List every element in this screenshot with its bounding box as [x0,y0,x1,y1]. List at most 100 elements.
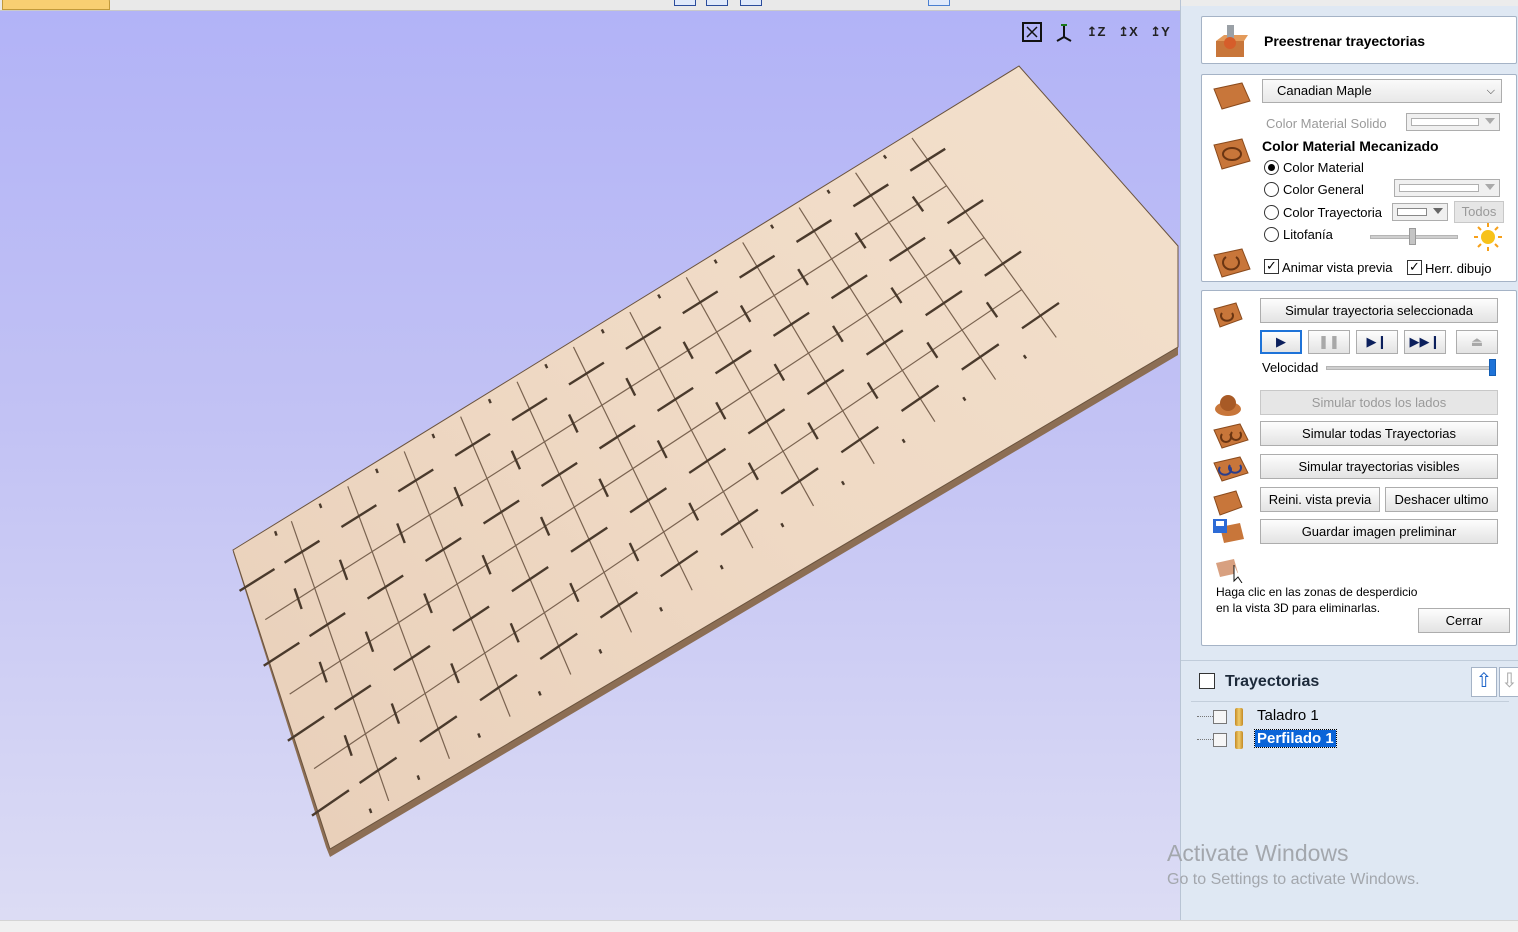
simulate-all-button[interactable]: Simular todas Trayectorias [1260,421,1498,446]
color-toolpath-label: Color Trayectoria [1283,205,1382,220]
slot-mark [544,363,549,369]
simulate-selected-button[interactable]: Simular trayectoria seleccionada [1260,298,1498,323]
move-down-button[interactable]: ⇩ [1499,667,1518,697]
all-button[interactable]: Todos [1454,201,1504,223]
lift-icon: ⏏ [1470,334,1484,349]
toolpaths-select-all-checkbox[interactable] [1199,673,1215,689]
speed-slider-thumb[interactable] [1489,359,1496,376]
save-image-icon [1213,519,1244,543]
simulate-all-sides-icon [1215,395,1241,416]
play-button[interactable]: ▶ [1260,330,1302,354]
reset-preview-button[interactable]: Reini. vista previa [1260,487,1380,512]
active-tab[interactable] [2,0,110,10]
slot-mark [416,775,421,781]
lithophane-radio[interactable] [1264,227,1279,242]
step-button[interactable]: ▶❙ [1356,330,1398,354]
simulation-section: Simular trayectoria seleccionada ▶ ❚❚ ▶❙… [1201,290,1517,646]
sun-icon[interactable] [1472,222,1504,252]
preview-panel: Preestrenar trayectorias Canadian Maple … [1180,0,1518,920]
speed-slider[interactable] [1326,366,1496,370]
solid-color-label: Color Material Solido [1266,116,1387,131]
material-block-icon [1213,82,1251,110]
toolpath-name: Taladro 1 [1257,707,1319,724]
color-material-radio[interactable] [1264,160,1279,175]
slot-mark [431,433,436,439]
panel-top-strip [1181,0,1518,6]
material-select[interactable]: Canadian Maple ⌵ [1262,79,1502,103]
waste-remove-cursor-icon [1216,559,1243,583]
chevron-down-icon: ⌵ [1486,85,1495,97]
slot-mark [659,606,664,612]
activate-windows-title: Activate Windows [1167,840,1349,866]
drill-tool-icon [1235,708,1243,726]
simulate-all-sides-button[interactable]: Simular todos los lados [1260,390,1498,415]
speed-label: Velocidad [1262,360,1319,375]
pause-icon: ❚❚ [1318,334,1340,349]
lithophane-label: Litofanía [1283,227,1333,242]
x-view-icon[interactable]: ↥X [1114,19,1142,45]
toolbar-grid-icon[interactable] [740,0,762,6]
slot-mark [368,808,373,814]
status-bar [0,920,1518,932]
toolbar-toggle-icon[interactable] [928,0,950,6]
y-view-icon[interactable]: ↥Y [1146,19,1174,45]
play-icon: ▶ [1276,334,1286,349]
waste-hint-line1: Haga clic en las zonas de desperdicio [1216,585,1418,599]
toolbar-layout-icon[interactable] [706,0,728,6]
arrow-up-icon: ⇧ [1475,670,1493,692]
simulate-all-icon [1213,423,1249,449]
iso-view-icon[interactable] [1050,19,1078,45]
color-toolpath-radio[interactable] [1264,205,1279,220]
simulate-visible-button[interactable]: Simular trayectorias visibles [1260,454,1498,479]
toolpath-item[interactable]: Perfilado 1 [1197,729,1497,750]
fast-forward-button[interactable]: ▶▶❙ [1404,330,1446,354]
simulate-visible-icon [1213,456,1249,482]
slot-mark [487,398,492,404]
undo-last-button[interactable]: Deshacer ultimo [1385,487,1498,512]
activate-windows-subtitle: Go to Settings to activate Windows. [1167,871,1420,888]
lithophane-slider-thumb[interactable] [1409,228,1416,245]
board-3d-render [232,65,1179,857]
toolpath-color-swatch[interactable] [1392,203,1448,221]
toolpath-item[interactable]: Taladro 1 [1197,707,1497,727]
color-general-radio[interactable] [1264,182,1279,197]
slot-mark [598,648,603,654]
draw-tool-checkbox[interactable]: ✓ [1407,260,1422,275]
color-material-label: Color Material [1283,160,1364,175]
waste-hint-line2: en la vista 3D para eliminarlas. [1216,601,1381,615]
general-color-swatch[interactable] [1394,179,1500,197]
animate-preview-checkbox[interactable]: ✓ [1264,259,1279,274]
step-forward-icon: ▶❙ [1366,334,1388,349]
close-button[interactable]: Cerrar [1418,608,1510,633]
move-up-button[interactable]: ⇧ [1471,667,1497,697]
slot-mark [318,503,323,509]
profile-tool-icon [1235,731,1243,749]
toolbar-layout-icon[interactable] [674,0,696,6]
material-select-value: Canadian Maple [1277,83,1372,98]
toolpath-checkbox[interactable] [1213,733,1227,747]
machined-color-icon [1213,138,1251,170]
z-view-icon[interactable]: ↥Z [1082,19,1110,45]
slot-mark [719,564,724,570]
draw-tool-label: Herr. dibujo [1425,261,1492,276]
toolpaths-title: Trayectorias [1225,673,1320,690]
fit-view-icon[interactable] [1018,19,1046,45]
slot-mark [273,530,278,536]
save-image-button[interactable]: Guardar imagen preliminar [1260,519,1498,544]
reset-preview-icon [1213,490,1243,516]
slot-mark [477,732,482,739]
lift-tool-button[interactable]: ⏏ [1456,330,1498,354]
toolpath-name: Perfilado 1 [1254,729,1337,748]
toolpath-checkbox[interactable] [1213,710,1227,724]
fast-forward-icon: ▶▶❙ [1409,334,1441,349]
3d-viewport[interactable]: ↥Z ↥X ↥Y [0,11,1180,920]
animate-preview-icon [1213,248,1251,278]
panel-header: Preestrenar trayectorias [1201,16,1517,64]
preview-toolpaths-icon [1216,25,1248,57]
pause-button[interactable]: ❚❚ [1308,330,1350,354]
material-section: Canadian Maple ⌵ Color Material Solido C… [1201,74,1517,282]
activate-windows-watermark: Activate Windows Go to Settings to activ… [1167,840,1420,889]
panel-title: Preestrenar trayectorias [1264,33,1426,49]
slot-mark [600,328,605,334]
slot-mark [537,690,542,696]
